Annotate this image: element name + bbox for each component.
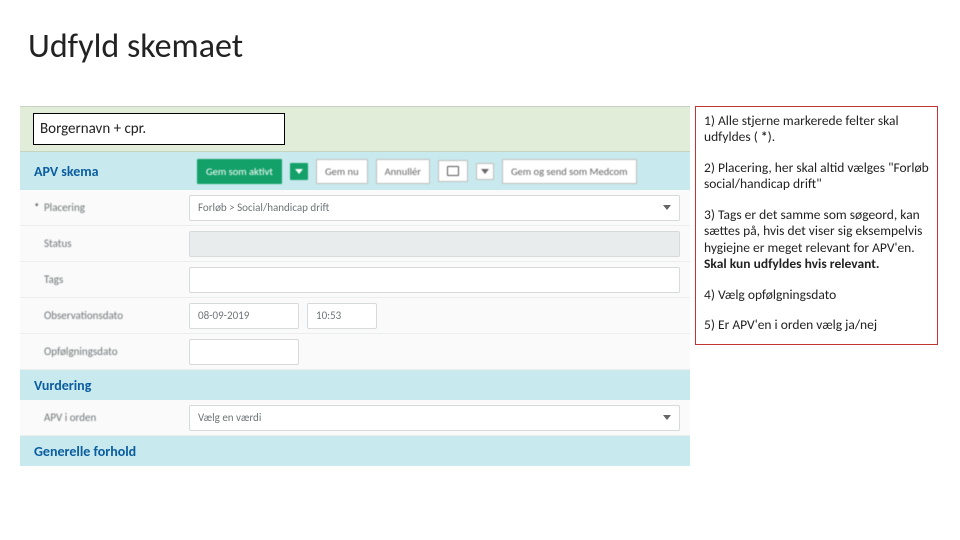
label-apv-i-orden: APV i orden [34, 411, 189, 424]
form-area: *Placering Forløb > Social/handicap drif… [20, 190, 690, 370]
chevron-down-icon [481, 169, 489, 174]
save-active-button[interactable]: Gem som aktivt [197, 159, 282, 184]
row-placering: *Placering Forløb > Social/handicap drif… [20, 190, 690, 226]
input-obs-time[interactable]: 10:53 [307, 303, 377, 329]
save-now-button[interactable]: Gem nu [316, 159, 368, 184]
section-heading-apv: APV skema [34, 163, 189, 180]
print-dropdown[interactable] [476, 163, 494, 180]
chevron-down-icon [295, 169, 303, 174]
input-tags[interactable] [189, 267, 680, 293]
app-screenshot: Borgernavn + cpr. APV skema Gem som akti… [20, 106, 690, 466]
section-label-vurdering: Vurdering [34, 377, 189, 394]
row-status: Status [20, 226, 690, 262]
section-label-generelle: Generelle forhold [34, 443, 189, 460]
chevron-down-icon [663, 415, 671, 420]
instruction-1: 1) Alle stjerne markerede felter skal ud… [704, 113, 929, 146]
row-apv-i-orden: APV i orden Vælg en værdi [20, 400, 690, 436]
input-status [189, 231, 680, 257]
label-opfolgningsdato: Opfølgningsdato [34, 345, 189, 358]
instruction-2: 2) Placering, her skal altid vælges "For… [704, 160, 929, 193]
input-opf-date[interactable] [189, 339, 299, 365]
label-placering: *Placering [34, 201, 189, 214]
page-title: Udfyld skemaet [0, 0, 960, 75]
instruction-3: 3) Tags er det samme som søgeord, kan sæ… [704, 207, 929, 273]
instruction-4: 4) Vælg opfølgningsdato [704, 287, 929, 303]
toolbar: APV skema Gem som aktivt Gem nu Annullér… [20, 152, 690, 190]
label-status: Status [34, 237, 189, 250]
print-icon [447, 166, 459, 176]
input-placering[interactable]: Forløb > Social/handicap drift [189, 195, 680, 221]
input-apv-i-orden[interactable]: Vælg en værdi [189, 405, 680, 431]
borger-overlay-label: Borgernavn + cpr. [33, 113, 285, 145]
print-button[interactable] [438, 160, 468, 182]
input-obs-date[interactable]: 08-09-2019 [189, 303, 299, 329]
row-opfolgningsdato: Opfølgningsdato [20, 334, 690, 370]
cancel-button[interactable]: Annullér [376, 159, 430, 184]
send-medcom-button[interactable]: Gem og send som Medcom [502, 159, 637, 184]
instruction-5: 5) Er APV'en i orden vælg ja/nej [704, 317, 929, 333]
row-tags: Tags [20, 262, 690, 298]
row-observationsdato: Observationsdato 08-09-2019 10:53 [20, 298, 690, 334]
citizen-header-bar: Borgernavn + cpr. [20, 106, 690, 152]
section-heading-generelle: Generelle forhold [20, 436, 690, 466]
section-heading-vurdering: Vurdering [20, 370, 690, 400]
label-tags: Tags [34, 273, 189, 286]
label-observationsdato: Observationsdato [34, 309, 189, 322]
instructions-box: 1) Alle stjerne markerede felter skal ud… [695, 106, 938, 345]
save-active-dropdown[interactable] [290, 163, 308, 180]
chevron-down-icon [663, 205, 671, 210]
